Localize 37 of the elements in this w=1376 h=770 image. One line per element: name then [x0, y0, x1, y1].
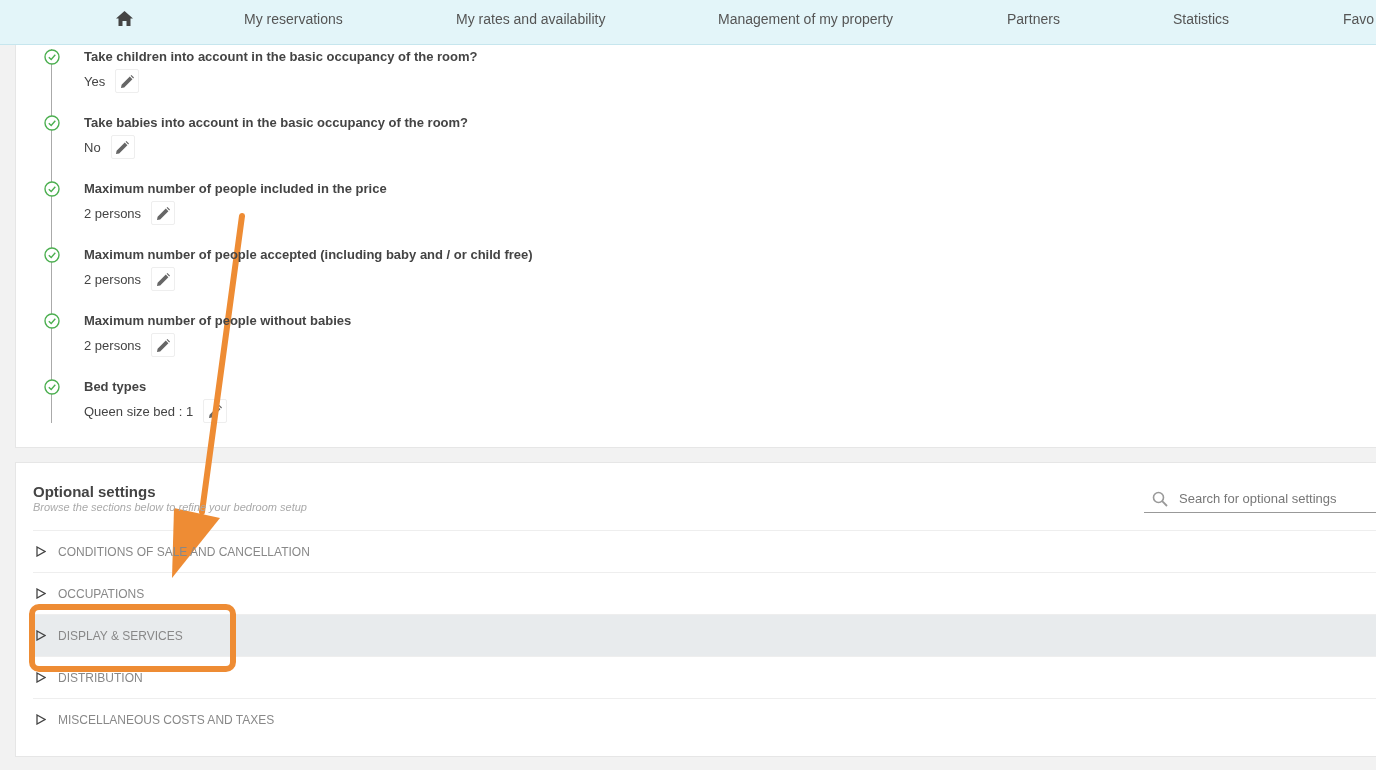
- setting-value: Queen size bed : 1: [84, 403, 194, 419]
- expand-triangle-icon: [36, 672, 46, 683]
- nav-link[interactable]: Management of my property: [718, 11, 894, 27]
- setting-value: Yes: [84, 73, 106, 89]
- section-row[interactable]: DISTRIBUTION: [33, 657, 1376, 699]
- setting-value: 2 persons: [84, 337, 142, 353]
- setting-value: 2 persons: [84, 271, 142, 287]
- setting-value: No: [84, 139, 101, 155]
- pencil-icon: [116, 140, 130, 154]
- setting-title: Take babies into account in the basic occupancy of the room?: [84, 115, 470, 131]
- search-icon: [1152, 490, 1168, 507]
- setting-title: Bed types: [84, 379, 148, 395]
- setting-title: Take children into account in the basic occupancy of the room?: [84, 49, 479, 65]
- pencil-icon: [156, 272, 170, 286]
- home-icon[interactable]: [116, 11, 133, 26]
- setting-title: Maximum number of people included in the price: [84, 181, 388, 197]
- nav-link[interactable]: My reservations: [244, 11, 343, 27]
- edit-button[interactable]: [151, 201, 176, 225]
- setting-value: 2 persons: [84, 205, 142, 221]
- expand-triangle-icon: [36, 546, 46, 557]
- edit-button[interactable]: [115, 69, 140, 93]
- expand-triangle-icon: [36, 714, 46, 725]
- edit-button[interactable]: [151, 267, 176, 291]
- section-title: Optional settings: [33, 483, 157, 500]
- section-row[interactable]: MISCELLANEOUS COSTS AND TAXES: [33, 699, 1376, 740]
- expand-triangle-icon: [36, 630, 46, 641]
- edit-button[interactable]: [110, 135, 135, 159]
- nav-link[interactable]: Partners: [1007, 11, 1060, 27]
- nav-link[interactable]: Statistics: [1173, 11, 1229, 27]
- expand-triangle-icon: [36, 588, 46, 599]
- pencil-icon: [208, 404, 222, 418]
- nav-link[interactable]: My rates and availability: [456, 11, 606, 27]
- pencil-icon: [156, 338, 170, 352]
- edit-button[interactable]: [151, 333, 176, 357]
- nav-link[interactable]: Favo: [1343, 11, 1375, 27]
- pencil-icon: [156, 206, 170, 220]
- pencil-icon: [120, 74, 134, 88]
